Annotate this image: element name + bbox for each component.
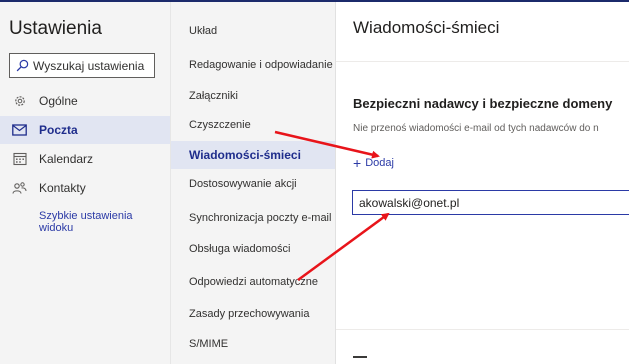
menu-item-customize-actions[interactable]: Dostosowywanie akcji	[171, 169, 336, 199]
settings-title: Ustawienia	[9, 18, 102, 39]
pane-title: Wiadomości-śmieci	[353, 18, 500, 37]
nav-item-mail[interactable]: Poczta	[0, 116, 170, 144]
nav-item-label: Kalendarz	[39, 152, 94, 166]
nav-item-label: Poczta	[39, 123, 78, 137]
menu-item-attachments[interactable]: Załączniki	[171, 82, 336, 110]
nav-item-label: Kontakty	[39, 181, 86, 195]
nav-item-calendar[interactable]: Kalendarz	[0, 145, 170, 173]
gear-icon	[12, 94, 27, 109]
safe-senders-description: Nie przenoś wiadomości e-mail od tych na…	[353, 123, 599, 134]
junk-email-pane: Wiadomości-śmieci Bezpieczni nadawcy i b…	[335, 2, 629, 364]
search-icon	[16, 59, 29, 72]
nav-item-general[interactable]: Ogólne	[0, 87, 170, 115]
settings-left-panel: Ustawienia Ogólne Poczta	[0, 2, 170, 364]
menu-item-message-handling[interactable]: Obsługa wiadomości	[171, 235, 336, 263]
safe-sender-email: akowalski@onet.pl	[359, 195, 460, 210]
search-input[interactable]	[33, 58, 151, 73]
menu-item-layout[interactable]: Układ	[171, 16, 336, 46]
divider	[336, 329, 629, 330]
safe-senders-heading: Bezpieczni nadawcy i bezpieczne domeny	[353, 96, 613, 111]
menu-item-sweep[interactable]: Czyszczenie	[171, 111, 336, 139]
calendar-icon	[12, 152, 27, 167]
menu-item-sync-email[interactable]: Synchronizacja poczty e-mail	[171, 201, 336, 235]
contacts-icon	[12, 181, 27, 196]
next-section-heading-fragment	[353, 356, 367, 362]
nav-item-label: Ogólne	[39, 94, 78, 108]
add-button[interactable]: + Dodaj	[353, 155, 394, 171]
menu-item-junk-email[interactable]: Wiadomości-śmieci	[171, 141, 336, 169]
plus-icon: +	[353, 155, 362, 171]
safe-sender-entry[interactable]: akowalski@onet.pl	[352, 190, 629, 215]
nav-item-contacts[interactable]: Kontakty	[0, 174, 170, 202]
mail-settings-menu: Układ Redagowanie i odpowiadanie Załączn…	[170, 2, 336, 364]
quick-settings-link[interactable]: Szybkie ustawienia widoku	[39, 210, 159, 234]
menu-item-retention-policies[interactable]: Zasady przechowywania	[171, 300, 336, 328]
add-button-label: Dodaj	[365, 157, 394, 169]
divider	[336, 61, 629, 62]
mail-icon	[12, 123, 27, 138]
menu-item-automatic-replies[interactable]: Odpowiedzi automatyczne	[171, 265, 336, 299]
settings-search[interactable]	[9, 53, 155, 78]
menu-item-smime[interactable]: S/MIME	[171, 330, 336, 358]
menu-item-compose-reply[interactable]: Redagowanie i odpowiadanie	[171, 48, 336, 82]
